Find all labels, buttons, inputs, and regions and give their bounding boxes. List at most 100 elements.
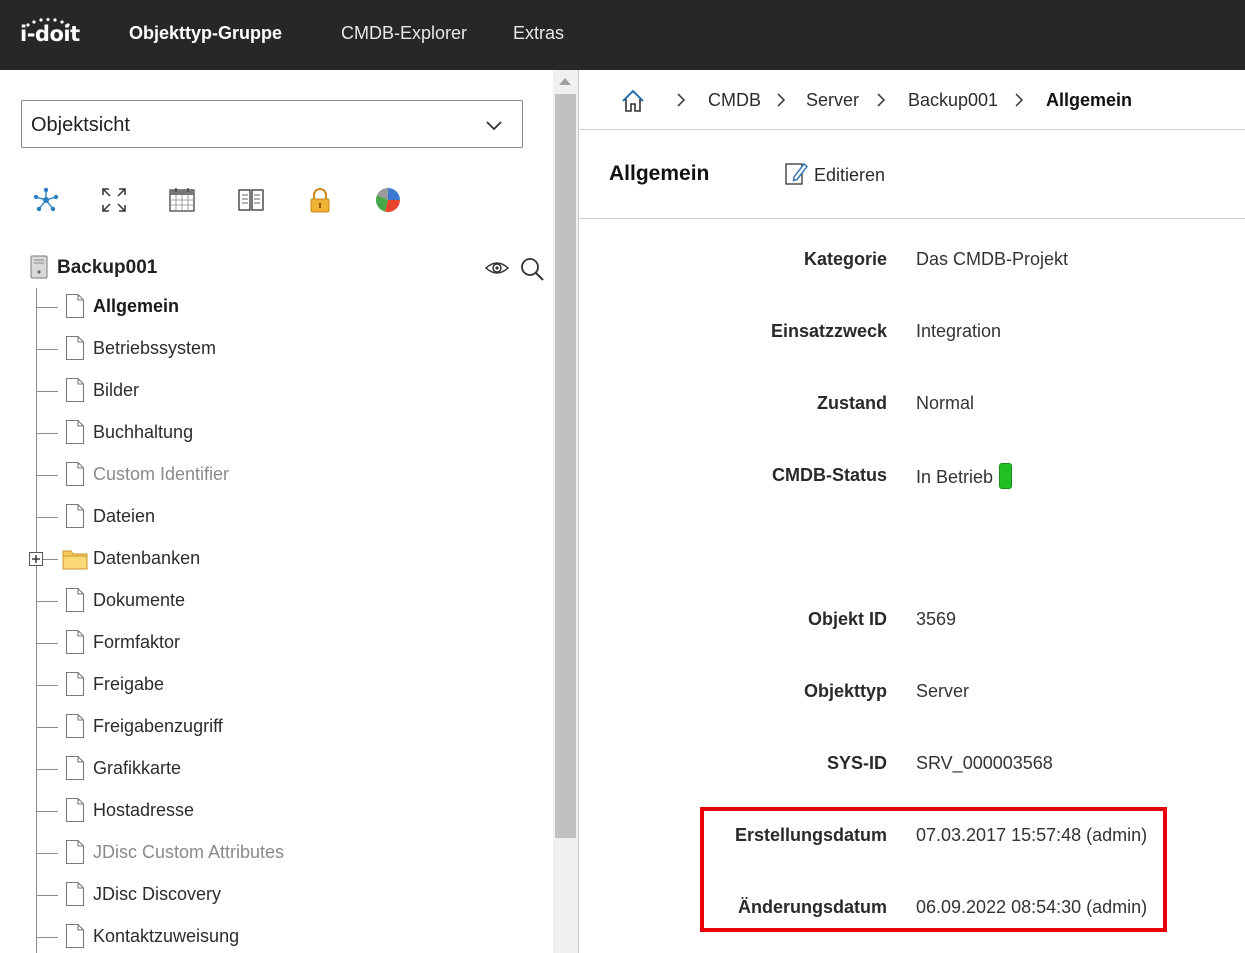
tree-root-backup001[interactable]: Backup001 (26, 253, 546, 283)
network-icon[interactable] (31, 185, 61, 215)
document-icon (65, 923, 85, 949)
chevron-right-icon (1015, 93, 1024, 107)
idoit-logo[interactable]: i-doit (20, 18, 84, 52)
tree-branch-line (36, 895, 58, 896)
tree-item[interactable]: Allgemein (36, 290, 536, 326)
pie-chart-icon[interactable] (373, 185, 403, 215)
document-icon (65, 797, 85, 823)
tree-branch-line (36, 349, 58, 350)
logo-text: i-doit (20, 22, 80, 46)
tree-item[interactable]: Freigabenzugriff (36, 710, 536, 746)
document-icon (65, 335, 85, 361)
breadcrumb-cmdb[interactable]: CMDB (708, 90, 761, 111)
edit-button[interactable]: Editieren (784, 160, 894, 190)
nav-objekttyp-gruppe[interactable]: Objekttyp-Gruppe (129, 23, 282, 44)
chevron-down-icon (486, 121, 502, 131)
tree-item-label: Freigabenzugriff (93, 716, 223, 736)
search-icon[interactable] (519, 256, 545, 282)
tree-item[interactable]: Grafikkarte (36, 752, 536, 788)
tree-item-label: Kontaktzuweisung (93, 926, 240, 946)
tree-item[interactable]: Betriebssystem (36, 332, 536, 368)
home-icon[interactable] (620, 88, 646, 114)
field-value: 3569 (916, 609, 956, 630)
sidebar-scrollbar[interactable] (553, 70, 578, 953)
view-select-value: Objektsicht (31, 114, 130, 136)
chevron-right-icon (777, 93, 786, 107)
nav-extras[interactable]: Extras (513, 23, 564, 44)
tree-item[interactable]: Bilder (36, 374, 536, 410)
document-icon (65, 881, 85, 907)
document-icon (65, 671, 85, 697)
field-value-text: Normal (916, 393, 975, 413)
tree-item[interactable]: JDisc Discovery (36, 878, 536, 914)
document-icon (65, 293, 85, 319)
tree-item-label: Datenbanken (93, 548, 201, 568)
tree-item-label: Betriebssystem (93, 338, 217, 358)
document-icon (65, 629, 85, 655)
field-value-text: Das CMDB-Projekt (916, 249, 1069, 269)
field-value: SRV_000003568 (916, 753, 1053, 774)
eye-icon[interactable] (484, 256, 510, 280)
tree-item[interactable]: Freigabe (36, 668, 536, 704)
tree-branch-line (36, 769, 58, 770)
tree-item-label: JDisc Custom Attributes (93, 842, 285, 862)
field-value: Normal (916, 393, 974, 414)
document-icon (65, 377, 85, 403)
breadcrumb-allgemein: Allgemein (1046, 90, 1133, 110)
field-label: Kategorie (803, 249, 887, 269)
tree-item-label: Dateien (93, 506, 156, 526)
book-icon[interactable] (236, 185, 266, 215)
field-value: In Betrieb (916, 463, 1013, 491)
scroll-thumb[interactable] (555, 94, 576, 838)
view-select[interactable]: Objektsicht (21, 100, 523, 148)
document-icon (65, 419, 85, 445)
tree-branch-line (36, 433, 58, 434)
field-value: Integration (916, 321, 1001, 342)
tree-item[interactable]: JDisc Custom Attributes (36, 836, 536, 872)
tree-branch-line (36, 307, 58, 308)
calendar-icon[interactable] (167, 185, 197, 215)
field-value-text: Integration (916, 321, 1002, 341)
field-value-text: In Betrieb (916, 466, 994, 487)
field-label: Objekttyp (803, 681, 887, 701)
scroll-up-arrow-icon[interactable] (559, 78, 571, 85)
lock-icon[interactable] (305, 185, 335, 215)
tree-branch-line (36, 601, 58, 602)
tree-item-label: JDisc Discovery (93, 884, 222, 904)
tree-branch-line (36, 517, 58, 518)
highlight-annotation-box (700, 807, 1167, 932)
tree-branch-line (36, 811, 58, 812)
breadcrumb-server[interactable]: Server (806, 90, 859, 111)
expand-plus-icon[interactable] (29, 552, 43, 566)
server-icon (30, 255, 48, 279)
expand-icon[interactable] (99, 185, 129, 215)
field-value: Server (916, 681, 969, 702)
field-value: Das CMDB-Projekt (916, 249, 1068, 270)
tree-branch-line (36, 727, 58, 728)
category-header: Allgemein Editieren (579, 131, 1245, 219)
tree-item[interactable]: Buchhaltung (36, 416, 536, 452)
folder-icon (62, 550, 88, 570)
tree-item[interactable]: Hostadresse (36, 794, 536, 830)
tree-item-label: Bilder (93, 380, 140, 400)
document-icon (65, 461, 85, 487)
breadcrumb-backup001[interactable]: Backup001 (908, 90, 998, 111)
document-icon (65, 587, 85, 613)
nav-cmdb-explorer[interactable]: CMDB-Explorer (341, 23, 467, 44)
tree-item[interactable]: Dateien (36, 500, 536, 536)
tree-item[interactable]: Kontaktzuweisung (36, 920, 536, 953)
document-icon (65, 503, 85, 529)
field-value-text: 3569 (916, 609, 957, 629)
tree-item[interactable]: Dokumente (36, 584, 536, 620)
tree-item-label: Allgemein (93, 296, 180, 316)
tree-branch-line (36, 853, 58, 854)
field-label: CMDB-Status (772, 465, 887, 485)
tree-item[interactable]: Custom Identifier (36, 458, 536, 494)
tree-item[interactable]: Formfaktor (36, 626, 536, 662)
field-label: Einsatzzweck (770, 321, 887, 341)
tree-item[interactable]: Datenbanken (29, 542, 536, 578)
top-navbar: i-doit Objekttyp-Gruppe CMDB-Explorer Ex… (0, 0, 1245, 70)
field-value-text: Server (916, 681, 970, 701)
chevron-right-icon (877, 93, 886, 107)
field-label: Zustand (817, 393, 887, 413)
